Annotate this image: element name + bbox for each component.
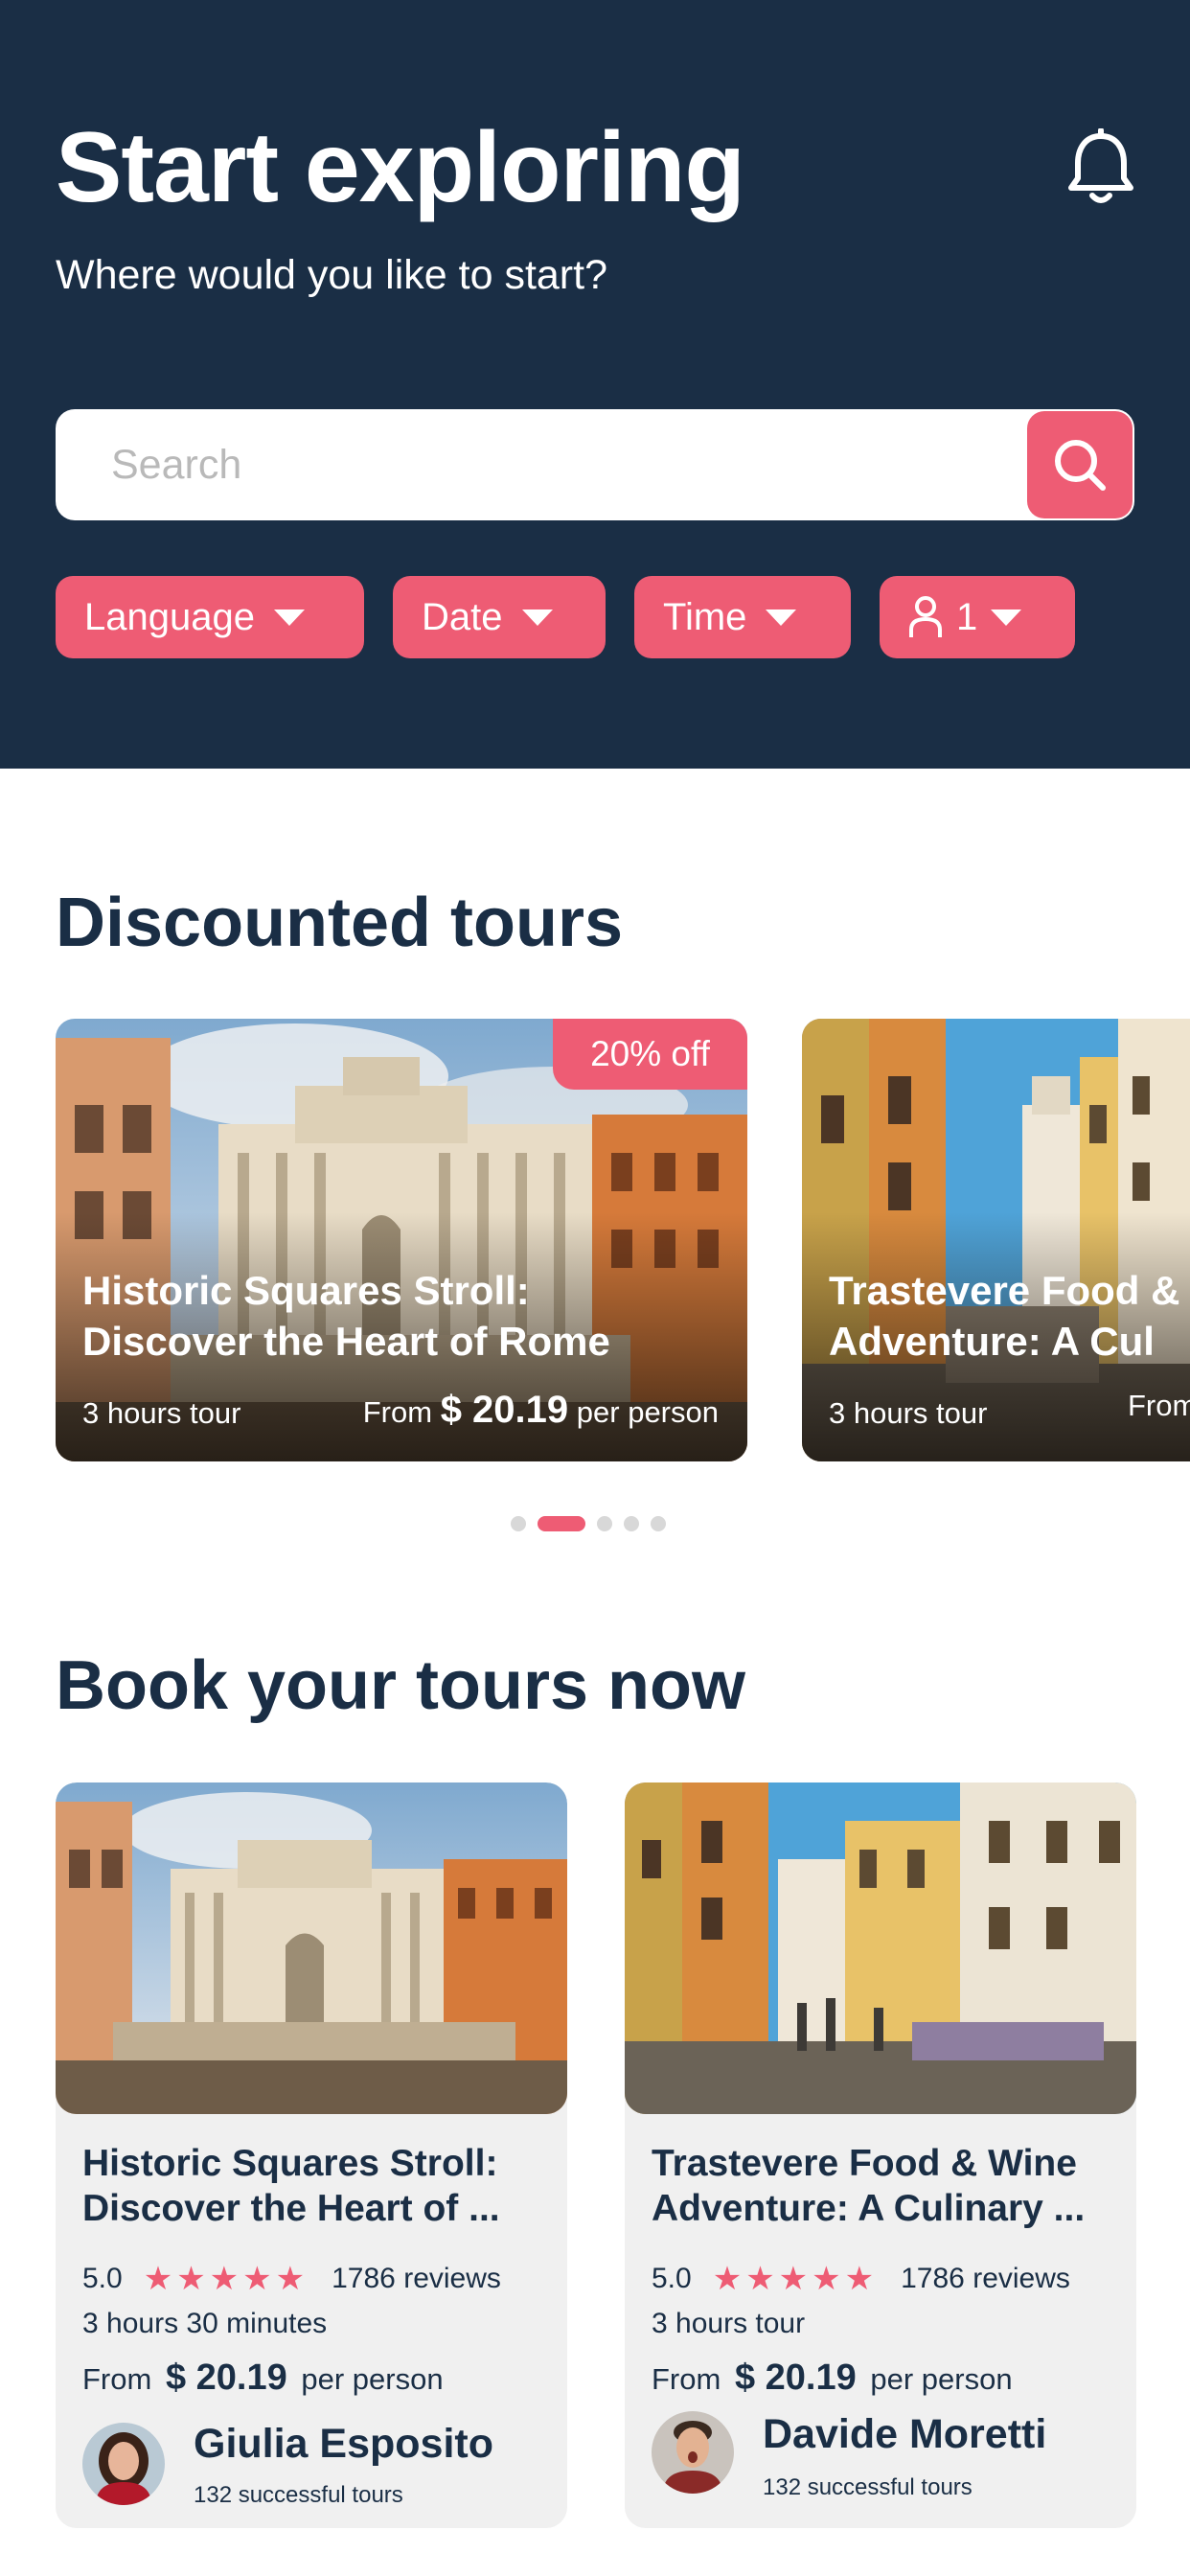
tour-title-line: Historic Squares Stroll:: [82, 2143, 498, 2184]
book-tours-title: Book your tours now: [56, 1647, 745, 1724]
guide-name[interactable]: Davide Moretti: [763, 2411, 1046, 2458]
price-from-label: From: [82, 2362, 152, 2396]
tour-duration: 3 hours tour: [82, 1396, 241, 1430]
rating-row: 5.0 ★★★★★ 1786 reviews: [652, 2260, 1070, 2298]
tour-card[interactable]: Historic Squares Stroll: Discover the He…: [56, 1782, 567, 2528]
discounted-tour-card[interactable]: Trastevere Food & Adventure: A Cul 3 hou…: [802, 1019, 1190, 1461]
caret-down-icon: [273, 609, 305, 626]
tour-title-line: Trastevere Food & Wine: [652, 2143, 1077, 2184]
avatar: [652, 2411, 734, 2494]
time-filter[interactable]: Time: [634, 576, 851, 658]
pager-dot[interactable]: [651, 1516, 666, 1531]
price-amount: $ 20.19: [440, 1389, 569, 1431]
caret-down-icon: [521, 609, 553, 626]
search-icon: [1055, 440, 1106, 491]
price-from-label: From: [1128, 1389, 1190, 1422]
price-from-label: From: [362, 1395, 433, 1429]
tour-title-line: Discover the Heart of ...: [82, 2188, 500, 2230]
page-subtitle: Where would you like to start?: [56, 252, 607, 298]
carousel-pager: [511, 1516, 666, 1531]
tour-title-line: Trastevere Food &: [829, 1268, 1180, 1313]
price-amount: $ 20.19: [165, 2358, 287, 2398]
tour-image: [625, 1782, 1136, 2114]
discounted-tours-title: Discounted tours: [56, 885, 624, 961]
tour-image: [56, 1782, 567, 2114]
discount-badge: 20% off: [553, 1019, 747, 1090]
discounted-tour-card[interactable]: 20% off Historic Squares Stroll: Discove…: [56, 1019, 747, 1461]
rating-value: 5.0: [82, 2263, 123, 2294]
pager-dot[interactable]: [511, 1516, 526, 1531]
rating-value: 5.0: [652, 2263, 692, 2294]
pager-dot-active[interactable]: [538, 1516, 585, 1531]
guide-name[interactable]: Giulia Esposito: [194, 2421, 493, 2468]
guide-avatar[interactable]: [652, 2411, 734, 2494]
caret-down-icon: [991, 609, 1022, 626]
people-filter[interactable]: 1: [880, 576, 1075, 658]
price-unit-label: per person: [576, 1395, 719, 1429]
tour-price: From $ 20.19 per person: [363, 1389, 719, 1432]
person-icon: [909, 596, 942, 637]
pager-dot[interactable]: [624, 1516, 639, 1531]
tour-card[interactable]: Trastevere Food & Wine Adventure: A Culi…: [625, 1782, 1136, 2528]
bell-icon[interactable]: [1064, 128, 1138, 209]
language-filter[interactable]: Language: [56, 576, 364, 658]
trevi-fountain-photo: [56, 1782, 567, 2114]
pager-dot[interactable]: [597, 1516, 612, 1531]
tour-price: From $ 20.19 per person: [82, 2358, 444, 2399]
tour-title: Trastevere Food & Wine Adventure: A Culi…: [652, 2141, 1121, 2231]
price-unit-label: per person: [870, 2362, 1013, 2396]
people-filter-label: 1: [956, 595, 978, 638]
price-unit-label: per person: [301, 2362, 444, 2396]
review-count: 1786 reviews: [901, 2263, 1070, 2294]
tour-duration: 3 hours 30 minutes: [82, 2308, 328, 2339]
guide-avatar[interactable]: [82, 2423, 165, 2505]
search-input[interactable]: [56, 409, 1014, 520]
guide-tour-count: 132 successful tours: [763, 2474, 973, 2500]
date-filter-label: Date: [422, 595, 503, 638]
tour-price: From $ 20.19 per person: [652, 2358, 1013, 2399]
time-filter-label: Time: [663, 595, 747, 638]
tour-title: Historic Squares Stroll: Discover the He…: [82, 2141, 552, 2231]
tour-title-line: Adventure: A Culinary ...: [652, 2188, 1086, 2230]
price-amount: $ 20.19: [734, 2358, 857, 2398]
tour-title-line: Historic Squares Stroll:: [82, 1268, 530, 1313]
star-icon: ★★★★★: [712, 2261, 879, 2297]
caret-down-icon: [766, 609, 797, 626]
tour-title: Historic Squares Stroll: Discover the He…: [82, 1266, 747, 1368]
language-filter-label: Language: [84, 595, 255, 638]
avatar: [82, 2423, 165, 2505]
trastevere-street-photo: [625, 1782, 1136, 2114]
tour-duration: 3 hours tour: [829, 1396, 988, 1430]
tour-title-line: Adventure: A Cul: [829, 1318, 1155, 1364]
rating-row: 5.0 ★★★★★ 1786 reviews: [82, 2260, 501, 2298]
guide-tour-count: 132 successful tours: [194, 2482, 403, 2508]
review-count: 1786 reviews: [332, 2263, 501, 2294]
date-filter[interactable]: Date: [393, 576, 606, 658]
search-bar: [56, 409, 1134, 520]
page-title: Start exploring: [56, 112, 745, 223]
search-button[interactable]: [1027, 411, 1133, 518]
star-icon: ★★★★★: [143, 2261, 309, 2297]
tour-title-line: Discover the Heart of Rome: [82, 1318, 610, 1364]
tour-duration: 3 hours tour: [652, 2308, 806, 2339]
tour-title: Trastevere Food & Adventure: A Cul: [829, 1266, 1190, 1368]
filter-bar: Language Date Time 1: [56, 576, 1075, 658]
price-from-label: From: [652, 2362, 721, 2396]
header: Start exploring Where would you like to …: [0, 0, 1190, 769]
tour-price: From: [1128, 1389, 1190, 1423]
